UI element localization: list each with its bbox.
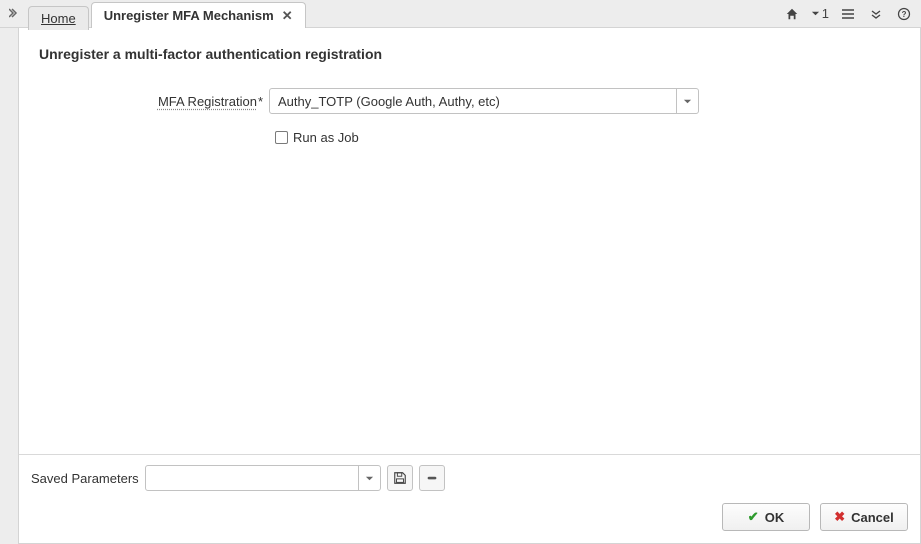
button-row: ✔ OK ✖ Cancel (31, 503, 908, 531)
panel-body: Unregister a multi-factor authentication… (19, 28, 920, 454)
saved-parameters-value (146, 466, 358, 490)
mfa-registration-row: MFA Registration* Authy_TOTP (Google Aut… (39, 88, 900, 114)
help-icon[interactable]: ? (895, 5, 913, 23)
collapse-icon[interactable] (867, 5, 885, 23)
tab-home[interactable]: Home (28, 6, 89, 30)
main-panel: Unregister a multi-factor authentication… (18, 28, 921, 544)
tabstrip: Home Unregister MFA Mechanism ✕ (4, 0, 775, 27)
saved-parameters-row: Saved Parameters (31, 465, 908, 491)
topbar: Home Unregister MFA Mechanism ✕ 1 ? (0, 0, 921, 28)
cancel-button-label: Cancel (851, 510, 894, 525)
run-as-job-row: Run as Job (275, 130, 900, 145)
ok-button[interactable]: ✔ OK (722, 503, 810, 531)
mfa-registration-select[interactable]: Authy_TOTP (Google Auth, Authy, etc) (269, 88, 699, 114)
footer: Saved Parameters (19, 454, 920, 543)
tab-home-label: Home (41, 11, 76, 26)
tab-unregister-mfa-label: Unregister MFA Mechanism (104, 8, 274, 23)
check-icon: ✔ (748, 509, 759, 525)
x-icon: ✖ (834, 509, 845, 525)
tabstrip-expand-icon[interactable] (6, 5, 22, 21)
delete-parameters-button[interactable] (419, 465, 445, 491)
history-count: 1 (822, 6, 829, 21)
page-title: Unregister a multi-factor authentication… (39, 46, 900, 62)
tab-unregister-mfa[interactable]: Unregister MFA Mechanism ✕ (91, 2, 306, 28)
run-as-job-label: Run as Job (293, 130, 359, 145)
mfa-registration-caret-icon[interactable] (676, 89, 698, 113)
caret-down-icon (811, 9, 820, 18)
tab-close-icon[interactable]: ✕ (282, 8, 293, 24)
menu-icon[interactable] (839, 5, 857, 23)
saved-parameters-select[interactable] (145, 465, 381, 491)
floppy-disk-icon (393, 471, 407, 485)
mfa-registration-value: Authy_TOTP (Google Auth, Authy, etc) (270, 89, 676, 113)
required-mark: * (258, 94, 263, 109)
minus-icon (425, 471, 439, 485)
run-as-job-checkbox[interactable] (275, 131, 288, 144)
save-parameters-button[interactable] (387, 465, 413, 491)
svg-text:?: ? (902, 10, 907, 19)
home-icon[interactable] (783, 5, 801, 23)
saved-parameters-caret-icon[interactable] (358, 466, 380, 490)
history-dropdown[interactable]: 1 (811, 6, 829, 21)
toolbar-right: 1 ? (775, 5, 921, 23)
cancel-button[interactable]: ✖ Cancel (820, 503, 908, 531)
saved-parameters-label: Saved Parameters (31, 471, 139, 486)
mfa-registration-label: MFA Registration (158, 94, 257, 109)
ok-button-label: OK (765, 510, 785, 525)
